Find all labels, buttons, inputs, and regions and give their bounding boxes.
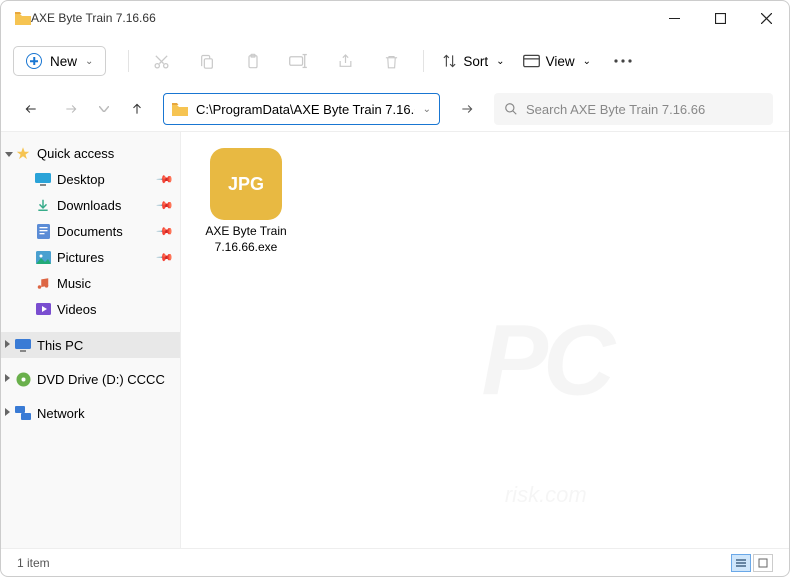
status-bar: 1 item [1, 548, 789, 576]
sidebar-item-music[interactable]: Music [1, 270, 180, 296]
sidebar-dvd[interactable]: DVD Drive (D:) CCCC [1, 366, 180, 392]
window-controls [651, 1, 789, 35]
documents-icon [35, 223, 51, 239]
more-button[interactable] [603, 43, 643, 79]
pin-icon: 📌 [156, 222, 175, 241]
chevron-down-icon: ⌄ [85, 56, 93, 67]
sidebar-network[interactable]: Network [1, 400, 180, 426]
up-button[interactable] [123, 95, 151, 123]
music-icon [35, 275, 51, 291]
cut-button[interactable] [141, 43, 181, 79]
star-icon [15, 145, 31, 161]
details-view-button[interactable] [731, 554, 751, 572]
maximize-button[interactable] [697, 1, 743, 35]
main-area: Quick access Desktop📌 Downloads📌 Documen… [1, 131, 789, 548]
folder-icon [15, 10, 31, 26]
pictures-icon [35, 249, 51, 265]
new-button[interactable]: New ⌄ [13, 46, 106, 76]
item-count: 1 item [17, 556, 50, 570]
chevron-down-icon: ⌄ [583, 56, 591, 67]
view-button[interactable]: View ⌄ [517, 54, 597, 69]
window-title: AXE Byte Train 7.16.66 [31, 11, 651, 25]
nav-row: ⌄ Search AXE Byte Train 7.16.66 [1, 87, 789, 131]
pin-icon: 📌 [156, 170, 175, 189]
chevron-down-icon[interactable]: ⌄ [423, 104, 431, 115]
jpg-file-icon: JPG [210, 148, 282, 220]
file-item[interactable]: JPG AXE Byte Train7.16.66.exe [201, 148, 291, 255]
file-name: AXE Byte Train7.16.66.exe [205, 224, 286, 255]
pin-icon: 📌 [156, 196, 175, 215]
separator [423, 50, 424, 72]
copy-button[interactable] [187, 43, 227, 79]
delete-button[interactable] [371, 43, 411, 79]
close-button[interactable] [743, 1, 789, 35]
pin-icon: 📌 [156, 248, 175, 267]
sort-button[interactable]: Sort ⌄ [436, 53, 510, 69]
pc-icon [15, 337, 31, 353]
videos-icon [35, 301, 51, 317]
back-button[interactable] [17, 95, 45, 123]
quick-access-label: Quick access [37, 146, 114, 161]
view-label: View [546, 54, 575, 69]
rename-button[interactable] [279, 43, 319, 79]
share-button[interactable] [325, 43, 365, 79]
sidebar-quick-access[interactable]: Quick access [1, 140, 180, 166]
search-box[interactable]: Search AXE Byte Train 7.16.66 [494, 93, 773, 125]
downloads-icon [35, 197, 51, 213]
sidebar: Quick access Desktop📌 Downloads📌 Documen… [1, 132, 181, 548]
view-toggle [731, 554, 773, 572]
forward-button[interactable] [57, 95, 85, 123]
sidebar-item-videos[interactable]: Videos [1, 296, 180, 322]
disc-icon [15, 371, 31, 387]
minimize-button[interactable] [651, 1, 697, 35]
new-label: New [50, 54, 77, 69]
plus-icon [26, 53, 42, 69]
watermark: PC [481, 303, 610, 418]
sidebar-item-desktop[interactable]: Desktop📌 [1, 166, 180, 192]
sidebar-item-pictures[interactable]: Pictures📌 [1, 244, 180, 270]
network-icon [15, 405, 31, 421]
folder-icon [172, 101, 188, 117]
address-bar[interactable]: ⌄ [163, 93, 440, 125]
sidebar-item-downloads[interactable]: Downloads📌 [1, 192, 180, 218]
chevron-down-icon: ⌄ [496, 56, 504, 67]
recent-button[interactable] [97, 95, 111, 123]
address-input[interactable] [196, 102, 415, 117]
separator [128, 50, 129, 72]
sidebar-this-pc[interactable]: This PC [1, 332, 180, 358]
go-button[interactable] [452, 94, 482, 124]
watermark-sub: risk.com [505, 482, 587, 508]
sidebar-item-documents[interactable]: Documents📌 [1, 218, 180, 244]
toolbar: New ⌄ Sort ⌄ View ⌄ [1, 35, 789, 87]
sort-label: Sort [463, 54, 488, 69]
search-icon [504, 102, 518, 116]
paste-button[interactable] [233, 43, 273, 79]
title-bar: AXE Byte Train 7.16.66 [1, 1, 789, 35]
desktop-icon [35, 171, 51, 187]
icons-view-button[interactable] [753, 554, 773, 572]
content-pane[interactable]: JPG AXE Byte Train7.16.66.exe PC risk.co… [181, 132, 789, 548]
search-placeholder: Search AXE Byte Train 7.16.66 [526, 102, 705, 117]
